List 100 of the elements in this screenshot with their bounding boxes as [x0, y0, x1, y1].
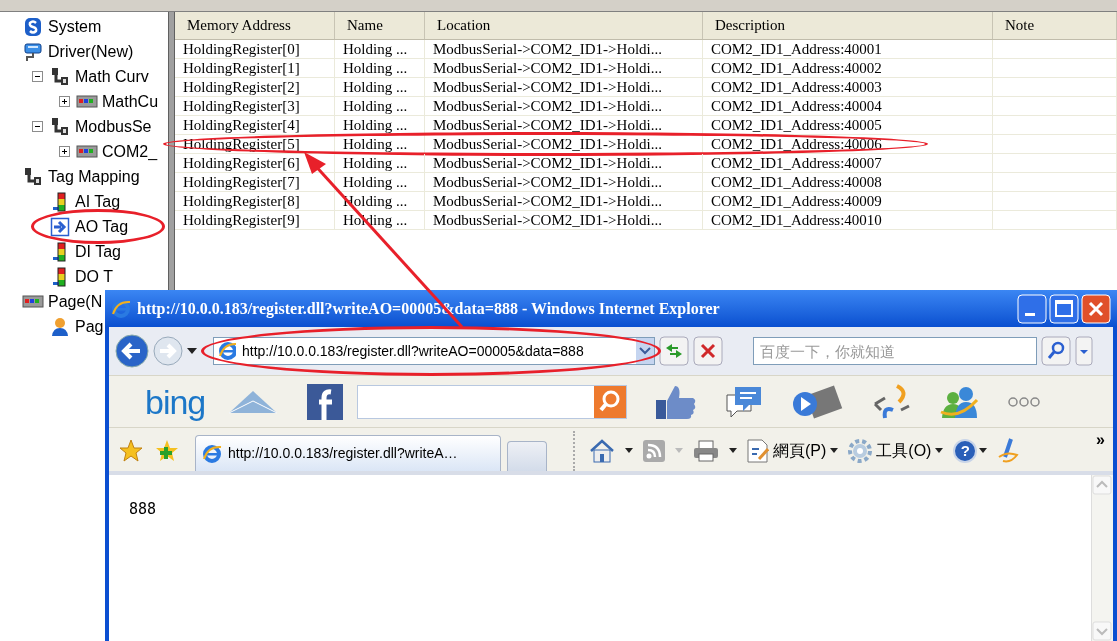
- table-cell: ModbusSerial->COM2_ID1->Holdi...: [425, 40, 703, 58]
- tools-menu[interactable]: 工具(O): [848, 439, 944, 463]
- tree-item[interactable]: COM2_: [102, 139, 158, 164]
- tree-item[interactable]: AO Tag: [75, 214, 129, 239]
- table-cell: HoldingRegister[2]: [175, 78, 335, 96]
- node-group-icon: [50, 116, 70, 137]
- table-cell: COM2_ID1_Address:40010: [703, 211, 993, 229]
- maximize-button[interactable]: [1049, 293, 1079, 324]
- table-cell: COM2_ID1_Address:40002: [703, 59, 993, 77]
- more-icon[interactable]: [1007, 395, 1042, 408]
- table-cell: COM2_ID1_Address:40005: [703, 116, 993, 134]
- caret-icon[interactable]: [625, 448, 633, 454]
- table-cell: Holding ...: [335, 97, 425, 115]
- chat-icon[interactable]: [725, 384, 764, 419]
- column-header[interactable]: Location: [425, 12, 703, 39]
- search-field[interactable]: 百度一下，你就知道: [753, 337, 1037, 365]
- connector-icon: [23, 41, 43, 62]
- tree-item[interactable]: AI Tag: [75, 189, 121, 214]
- bing-logo[interactable]: bing: [145, 384, 206, 419]
- star-icon[interactable]: [119, 439, 143, 463]
- expand-icon[interactable]: [58, 146, 70, 157]
- dropdown-icon[interactable]: [636, 338, 654, 364]
- search-button[interactable]: [1041, 336, 1071, 366]
- table-cell: HoldingRegister[4]: [175, 116, 335, 134]
- table-cell: ModbusSerial->COM2_ID1->Holdi...: [425, 192, 703, 210]
- caret-icon: [935, 448, 944, 454]
- ie-icon: [218, 341, 236, 361]
- table-cell: Holding ...: [335, 135, 425, 153]
- rss-icon[interactable]: [643, 440, 665, 462]
- expand-icon[interactable]: [58, 96, 70, 107]
- table-cell: COM2_ID1_Address:40008: [703, 173, 993, 191]
- page-text: 888: [129, 500, 157, 518]
- table-cell: Holding ...: [335, 78, 425, 96]
- thumbs-up-icon[interactable]: [655, 383, 698, 420]
- splitter-bar[interactable]: [168, 12, 175, 290]
- video-icon[interactable]: [791, 383, 844, 420]
- collapse-icon[interactable]: [31, 71, 43, 82]
- caret-icon[interactable]: [729, 448, 737, 454]
- print-icon[interactable]: [693, 440, 719, 462]
- table-cell: HoldingRegister[0]: [175, 40, 335, 58]
- table-cell: Holding ...: [335, 173, 425, 191]
- facebook-icon[interactable]: [307, 383, 344, 420]
- tree-item[interactable]: System: [48, 14, 102, 39]
- overflow-button[interactable]: »: [1096, 428, 1105, 452]
- url-text: http://10.0.0.183/register.dll?writeAO=00005&data=888: [242, 341, 585, 361]
- address-bar[interactable]: http://10.0.0.183/register.dll?writeAO=00005&data=888: [213, 337, 655, 365]
- tree-item[interactable]: Math Curv: [75, 64, 149, 89]
- tree-item[interactable]: DO T: [75, 264, 113, 289]
- table-cell: ModbusSerial->COM2_ID1->Holdi...: [425, 78, 703, 96]
- browser-tab[interactable]: http://10.0.0.183/register.dll?writeA…: [195, 435, 501, 471]
- tree-item[interactable]: Tag Mapping: [48, 164, 140, 189]
- table-cell: ModbusSerial->COM2_ID1->Holdi...: [425, 154, 703, 172]
- search-field[interactable]: [357, 384, 628, 419]
- table-cell: Holding ...: [335, 40, 425, 58]
- table-cell: COM2_ID1_Address:40003: [703, 78, 993, 96]
- node-group-icon: [23, 166, 43, 187]
- page-icon: [747, 439, 769, 463]
- search-icon[interactable]: [594, 385, 627, 418]
- table-cell: Holding ...: [335, 116, 425, 134]
- tree-item[interactable]: MathCu: [102, 89, 159, 114]
- home-icon[interactable]: [589, 438, 615, 464]
- caret-icon: [830, 448, 839, 454]
- close-button[interactable]: [1081, 293, 1111, 324]
- table-cell: HoldingRegister[1]: [175, 59, 335, 77]
- ie-icon: [111, 298, 131, 319]
- tree-item[interactable]: Pag: [75, 314, 104, 339]
- ie-icon: [202, 443, 222, 464]
- user-icon: [50, 316, 70, 337]
- tree-item[interactable]: Driver(New): [48, 39, 134, 64]
- table-cell: ModbusSerial->COM2_ID1->Holdi...: [425, 173, 703, 191]
- pen-icon[interactable]: [997, 437, 1020, 465]
- add-favorite-icon[interactable]: [155, 439, 179, 463]
- gear-icon: [848, 439, 873, 463]
- table-cell: ModbusSerial->COM2_ID1->Holdi...: [425, 135, 703, 153]
- tree-item[interactable]: ModbusSe: [75, 114, 152, 139]
- tree-item[interactable]: Page(N: [48, 289, 103, 314]
- table-cell: COM2_ID1_Address:40004: [703, 97, 993, 115]
- caret-icon[interactable]: [187, 347, 197, 355]
- minimize-button[interactable]: [1017, 293, 1047, 324]
- caret-icon: [675, 448, 683, 454]
- table-cell: COM2_ID1_Address:40009: [703, 192, 993, 210]
- table-cell: ModbusSerial->COM2_ID1->Holdi...: [425, 211, 703, 229]
- table-cell: COM2_ID1_Address:40007: [703, 154, 993, 172]
- stop-button[interactable]: [693, 336, 723, 366]
- column-header[interactable]: Note: [993, 12, 1117, 39]
- table-cell: COM2_ID1_Address:40001: [703, 40, 993, 58]
- column-header[interactable]: Memory Address: [175, 12, 335, 39]
- table-cell: HoldingRegister[3]: [175, 97, 335, 115]
- back-button[interactable]: [115, 334, 149, 368]
- collapse-icon[interactable]: [31, 121, 43, 132]
- page-menu[interactable]: 網頁(P): [747, 439, 839, 463]
- system-icon: [23, 16, 43, 37]
- dropdown-button[interactable]: [1075, 336, 1093, 366]
- table-cell: Holding ...: [335, 154, 425, 172]
- column-header[interactable]: Name: [335, 12, 425, 39]
- column-header[interactable]: Description: [703, 12, 993, 39]
- tree-item[interactable]: DI Tag: [75, 239, 121, 264]
- table-cell: ModbusSerial->COM2_ID1->Holdi...: [425, 97, 703, 115]
- refresh-button[interactable]: [659, 336, 689, 366]
- table-cell: HoldingRegister[9]: [175, 211, 335, 229]
